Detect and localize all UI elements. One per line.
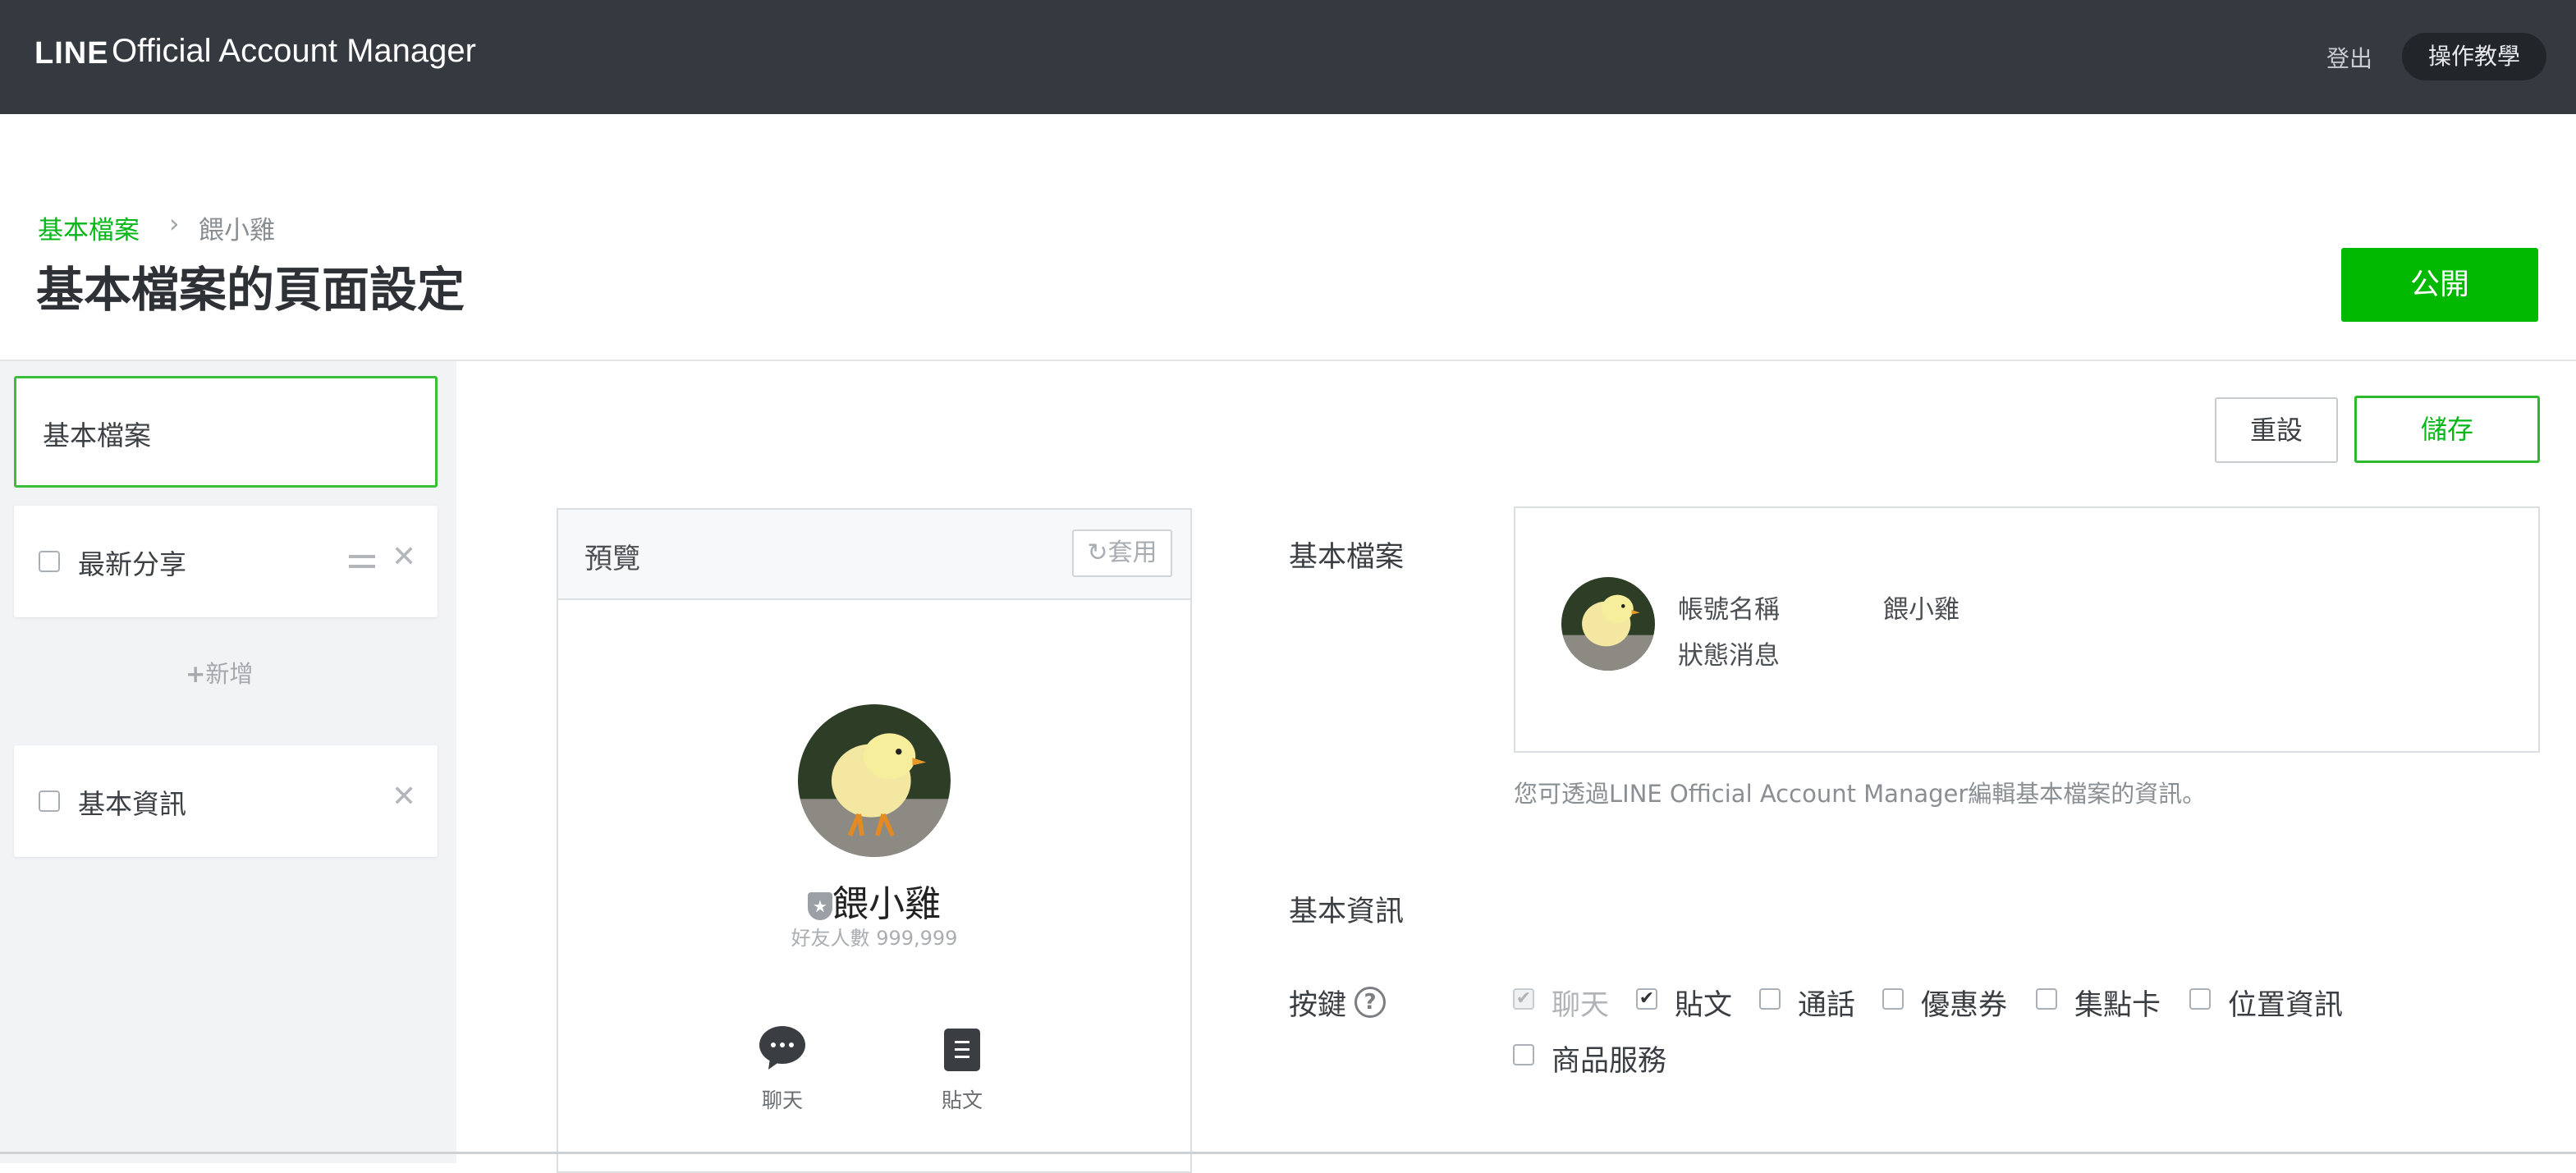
- verified-shield-icon: ★: [808, 892, 832, 920]
- plus-icon: +: [186, 660, 206, 688]
- profile-avatar-small: [1561, 577, 1655, 671]
- account-name-key: 帳號名稱: [1678, 595, 1780, 625]
- chick-image: [798, 704, 951, 857]
- preview-panel: 預覽 ↻套用 ★ 餵小雞 好友人數 999,999 聊天 貼文: [557, 508, 1192, 1173]
- apply-label: 套用: [1107, 538, 1157, 567]
- call-option-label: 通話: [1798, 989, 1856, 1022]
- page-title: 基本檔案的頁面設定: [36, 262, 465, 318]
- logout-link[interactable]: 登出: [2326, 41, 2372, 74]
- reward-card-option-label: 集點卡: [2074, 989, 2161, 1022]
- profile-box: 帳號名稱 餵小雞 狀態消息: [1514, 506, 2540, 753]
- breadcrumb-current: 餵小雞: [199, 216, 275, 245]
- sidebar-item-checkbox[interactable]: [39, 790, 60, 812]
- location-checkbox[interactable]: [2189, 988, 2211, 1010]
- profile-avatar: [798, 704, 951, 857]
- profile-section-label: 基本檔案: [1289, 541, 1405, 574]
- bottom-border: [0, 1152, 2576, 1154]
- chat-tab-label: 聊天: [761, 1088, 803, 1112]
- line-logo[interactable]: LINE: [34, 36, 109, 71]
- preview-account-name: ★ 餵小雞: [558, 874, 1190, 927]
- breadcrumb-separator: ›: [169, 209, 180, 239]
- brand-name[interactable]: Official Account Manager: [112, 33, 476, 70]
- chat-bubble-icon[interactable]: [759, 1025, 806, 1070]
- post-checkbox[interactable]: ✔: [1636, 988, 1657, 1010]
- sidebar-item-basic-info[interactable]: 基本資訊 ✕: [14, 745, 438, 857]
- profile-help-text: 您可透過LINE Official Account Manager編輯基本檔案的…: [1514, 780, 2207, 808]
- coupon-option-label: 優惠券: [1921, 989, 2008, 1022]
- chat-option-label: 聊天: [1552, 989, 1610, 1022]
- preview-name-text: 餵小雞: [832, 883, 941, 925]
- breadcrumb-parent[interactable]: 基本檔案: [38, 209, 140, 246]
- sidebar-item-checkbox[interactable]: [39, 551, 60, 572]
- chick-image: [1561, 577, 1655, 671]
- sidebar-item-latest-share[interactable]: 最新分享 ✕: [14, 506, 438, 617]
- friends-count: 好友人數 999,999: [791, 927, 958, 950]
- call-checkbox[interactable]: [1759, 988, 1781, 1010]
- basic-info-label: 基本資訊: [1289, 896, 1405, 928]
- apply-button[interactable]: ↻套用: [1072, 529, 1172, 577]
- sidebar-item-label: 基本檔案: [43, 419, 151, 451]
- add-section-button[interactable]: +新增: [186, 655, 253, 690]
- preview-header: 預覽 ↻套用: [558, 510, 1190, 600]
- post-icon[interactable]: [944, 1029, 980, 1071]
- drag-handle-icon[interactable]: [349, 555, 375, 568]
- add-label: 新增: [205, 660, 254, 688]
- post-tab-label: 貼文: [941, 1088, 983, 1112]
- reward-card-checkbox[interactable]: [2036, 988, 2057, 1010]
- location-option-label: 位置資訊: [2228, 989, 2344, 1022]
- products-checkbox[interactable]: [1513, 1044, 1534, 1065]
- publish-button[interactable]: 公開: [2341, 248, 2538, 322]
- close-icon[interactable]: ✕: [392, 780, 416, 813]
- post-option-label: 貼文: [1675, 989, 1733, 1022]
- help-icon[interactable]: ?: [1354, 987, 1386, 1018]
- status-message-key: 狀態消息: [1678, 641, 1780, 671]
- sidebar-item-profile[interactable]: 基本檔案: [14, 376, 438, 488]
- sidebar-item-label: 基本資訊: [78, 788, 186, 820]
- refresh-icon: ↻: [1087, 538, 1108, 567]
- close-icon[interactable]: ✕: [392, 540, 416, 574]
- coupon-checkbox[interactable]: [1882, 988, 1904, 1010]
- buttons-section-label: 按鍵: [1289, 989, 1347, 1022]
- preview-title: 預覽: [584, 543, 640, 575]
- save-button[interactable]: 儲存: [2354, 396, 2540, 463]
- reset-button[interactable]: 重設: [2215, 397, 2338, 463]
- account-name-value: 餵小雞: [1883, 595, 1960, 625]
- sidebar-item-label: 最新分享: [78, 548, 186, 580]
- chat-checkbox: ✔: [1513, 988, 1534, 1010]
- products-option-label: 商品服務: [1552, 1045, 1667, 1078]
- tutorial-button[interactable]: 操作教學: [2402, 33, 2546, 80]
